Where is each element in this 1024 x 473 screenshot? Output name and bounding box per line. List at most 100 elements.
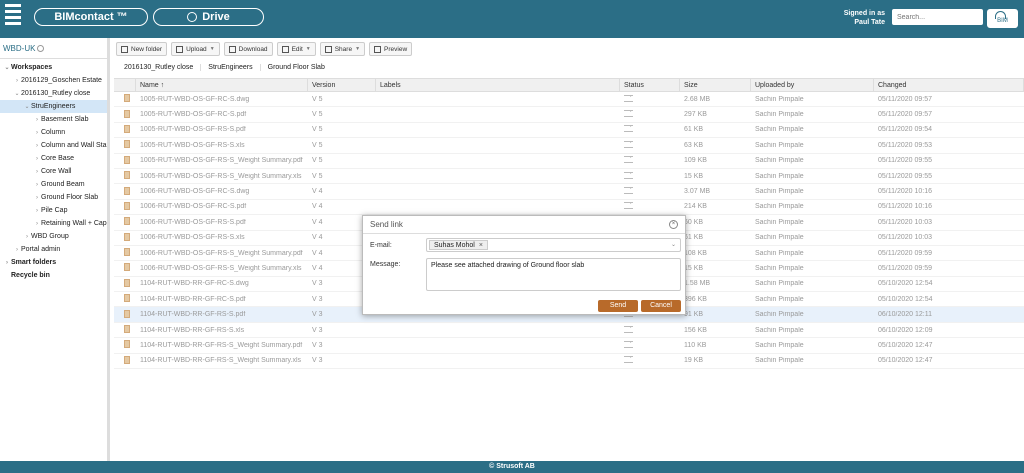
file-name[interactable]: 1006-RUT-WBD-OS-GF-RS-S_Weight Summary.p… [136,250,308,257]
toolbar: New folder Upload ▼ Download Edit ▼ Share ▼… [116,42,413,56]
chevron-right-icon[interactable]: › [33,140,41,152]
file-uploaded-by: Sachin Pimpale [755,234,804,242]
file-name[interactable]: 1104-RUT-WBD-RR-GF-RS-S.pdf [136,311,308,318]
tree-node[interactable]: ⌄Workspaces [0,61,107,74]
tree-node[interactable]: ⌄StruEngineers [0,100,107,113]
upload-button[interactable]: Upload ▼ [171,42,220,56]
header-name[interactable]: Name ↑ [136,79,308,91]
file-name[interactable]: 1005-RUT-WBD-OS-GF-RS-S_Weight Summary.x… [136,173,308,180]
drive-button[interactable]: Drive [153,8,264,26]
share-button[interactable]: Share ▼ [319,42,366,56]
tree-node[interactable]: › Ground Beam [0,178,107,191]
tree-node[interactable]: › Column [0,126,107,139]
tree-node[interactable]: ›Column and Wall Starters [0,139,107,152]
file-name[interactable]: 1005-RUT-WBD-OS-GF-RS-S_Weight Summary.p… [136,157,308,164]
tree-node[interactable]: › Smart folders [0,256,107,269]
tree-node[interactable]: › Core Base [0,152,107,165]
file-name[interactable]: 1005-RUT-WBD-OS-GF-RC-S.dwg [136,96,308,103]
file-name[interactable]: 1006-RUT-WBD-OS-GF-RS-S.pdf [136,219,308,226]
table-row[interactable]: 1104-RUT-WBD-RR-GF-RS-S_Weight Summary.p… [114,338,1024,354]
tree-node[interactable]: › Core Wall [0,165,107,178]
header-uploaded-by[interactable]: Uploaded by [751,79,874,91]
file-name[interactable]: 1006-RUT-WBD-OS-GF-RC-S.dwg [136,188,308,195]
preview-button[interactable]: Preview [369,42,413,56]
file-name[interactable]: 1005-RUT-WBD-OS-GF-RS-S.pdf [136,126,308,133]
new-folder-button[interactable]: New folder [116,42,168,56]
table-row[interactable]: 1005-RUT-WBD-OS-GF-RS-S_Weight Summary.x… [114,169,1024,185]
download-button[interactable]: Download [223,42,273,56]
workspace-switch-icon[interactable] [37,45,45,52]
send-link-dialog: Send link × E-mail: Suhas Mohol × ⌄ Messa… [362,215,686,315]
tree-node[interactable]: › Basement Slab [0,113,107,126]
header-changed[interactable]: Changed [874,79,1024,91]
file-size: 109 KB [684,157,707,165]
chevron-right-icon[interactable]: › [33,153,41,165]
chevron-right-icon[interactable]: › [33,192,41,204]
tree-node[interactable]: ⌄2016130_Rutley close [0,87,107,100]
file-name[interactable]: 1104-RUT-WBD-RR-GF-RC-S.pdf [136,296,308,303]
chevron-down-icon[interactable]: ⌄ [3,62,11,74]
chevron-right-icon[interactable]: › [33,205,41,217]
chevron-down-icon[interactable]: ⌄ [23,101,31,113]
table-row[interactable]: 1005-RUT-WBD-OS-GF-RC-S.pdf V 5 297 KB Sach… [114,107,1024,123]
chevron-down-icon[interactable]: ⌄ [671,241,676,248]
table-row[interactable]: 1006-RUT-WBD-OS-GF-RC-S.dwg V 4 3.07 MB Sac… [114,184,1024,200]
table-row[interactable]: 1005-RUT-WBD-OS-GF-RS-S_Weight Summary.p… [114,154,1024,169]
edit-button[interactable]: Edit ▼ [276,42,316,56]
recipient-chip[interactable]: Suhas Mohol × [429,240,488,250]
send-button[interactable]: Send [598,300,638,312]
header-version[interactable]: Version [308,79,376,91]
file-name[interactable]: 1104-RUT-WBD-RR-GF-RS-S_Weight Summary.x… [136,357,308,364]
email-field[interactable]: Suhas Mohol × ⌄ [426,238,681,252]
chevron-right-icon[interactable]: › [33,114,41,126]
table-row[interactable]: 1006-RUT-WBD-OS-GF-RC-S.pdf V 4 214 KB Sach… [114,200,1024,216]
file-name[interactable]: 1005-RUT-WBD-OS-GF-RS-S.xls [136,142,308,149]
chevron-down-icon: ▼ [355,46,361,52]
remove-recipient-icon[interactable]: × [479,242,483,249]
close-icon[interactable]: × [669,220,678,229]
tree-node[interactable]: Recycle bin [0,269,107,282]
file-name[interactable]: 1104-RUT-WBD-RR-GF-RS-S.xls [136,327,308,334]
chevron-right-icon[interactable]: › [33,179,41,191]
file-name[interactable]: 1104-RUT-WBD-RR-GF-RC-S.dwg [136,280,308,287]
chevron-right-icon[interactable]: › [33,127,41,139]
chevron-right-icon[interactable]: › [13,75,21,87]
breadcrumb-item[interactable]: Ground Floor Slab [261,64,332,71]
message-field[interactable]: Please see attached drawing of Ground fl… [426,258,681,291]
tree-node[interactable]: › WBD Group [0,230,107,243]
chevron-right-icon[interactable]: › [13,244,21,256]
tree-node[interactable]: › Pile Cap [0,204,107,217]
file-name[interactable]: 1006-RUT-WBD-OS-GF-RS-S.xls [136,234,308,241]
header-size[interactable]: Size [680,79,751,91]
file-name[interactable]: 1104-RUT-WBD-RR-GF-RS-S_Weight Summary.p… [136,342,308,349]
chevron-down-icon[interactable]: ⌄ [13,88,21,100]
status-sync-icon [624,356,633,364]
workspace-selector[interactable]: WBD-UK [3,44,45,53]
chevron-right-icon[interactable]: › [3,257,11,269]
tree-node[interactable]: › Portal admin [0,243,107,256]
chevron-right-icon[interactable]: › [23,231,31,243]
file-name[interactable]: 1006-RUT-WBD-OS-GF-RS-S_Weight Summary.x… [136,265,308,272]
tree-node[interactable]: › Retaining Wall + Cap [0,217,107,230]
table-row[interactable]: 1104-RUT-WBD-RR-GF-RS-S_Weight Summary.x… [114,354,1024,370]
table-row[interactable]: 1005-RUT-WBD-OS-GF-RS-S.xls V 5 63 KB Sachi… [114,138,1024,154]
file-name[interactable]: 1005-RUT-WBD-OS-GF-RC-S.pdf [136,111,308,118]
file-icon [124,140,130,149]
menu-icon[interactable] [5,4,21,32]
search-input[interactable] [892,9,983,25]
table-row[interactable]: 1005-RUT-WBD-OS-GF-RC-S.dwg V 5 2.68 MB Sac… [114,92,1024,108]
breadcrumb-item[interactable]: 2016130_Rutley close [116,63,202,71]
chevron-right-icon[interactable]: › [33,166,41,178]
bimcontact-button[interactable]: BIMcontact ™ [34,8,148,26]
header-labels[interactable]: Labels [376,79,620,91]
file-name[interactable]: 1006-RUT-WBD-OS-GF-RC-S.pdf [136,203,308,210]
user-menu-button[interactable]: BIM [987,9,1018,28]
breadcrumb-item[interactable]: StruEngineers [201,63,261,71]
table-row[interactable]: 1104-RUT-WBD-RR-GF-RS-S.xls V 3 156 KB Sach… [114,323,1024,339]
cancel-button[interactable]: Cancel [641,300,681,312]
tree-node[interactable]: › Ground Floor Slab [0,191,107,204]
tree-node[interactable]: › 2016129_Goschen Estate [0,74,107,87]
table-row[interactable]: 1005-RUT-WBD-OS-GF-RS-S.pdf V 5 61 KB Sachi… [114,123,1024,139]
chevron-right-icon[interactable]: › [33,218,41,230]
header-status[interactable]: Status [620,79,680,91]
